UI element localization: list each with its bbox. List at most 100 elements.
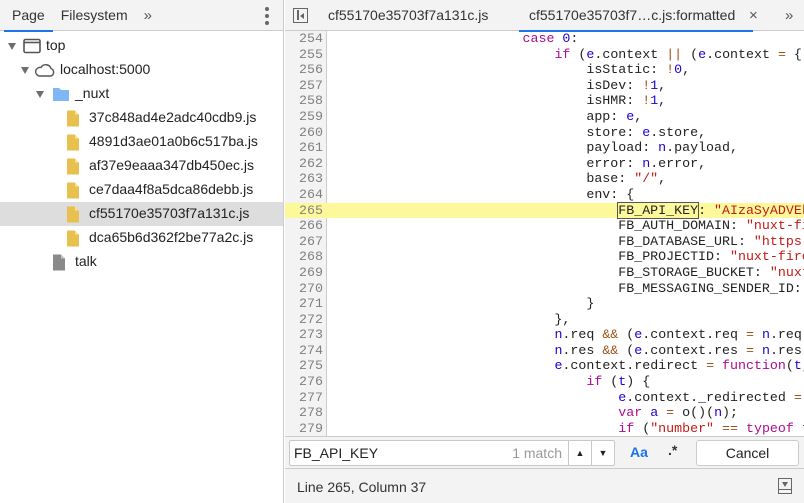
expand-arrow-icon[interactable]	[21, 67, 29, 74]
code-line: 254 case 0:	[285, 31, 804, 47]
code-text: env: {	[331, 187, 634, 203]
line-number[interactable]: 258	[285, 93, 323, 109]
code-token: (	[785, 358, 794, 374]
line-number[interactable]: 254	[285, 31, 323, 47]
code-text: base: "/",	[331, 171, 666, 187]
line-number[interactable]: 262	[285, 156, 323, 172]
code-token: app:	[331, 108, 627, 124]
tree-item-label: ce7daa4f8a5dca86debb.js	[89, 181, 254, 197]
kebab-menu-icon[interactable]	[265, 7, 269, 25]
line-number[interactable]: 268	[285, 249, 323, 265]
tab-source-file[interactable]: cf55170e35703f7a131c.js	[328, 0, 488, 31]
code-token: (	[682, 46, 699, 62]
code-token: },	[331, 311, 571, 327]
line-number[interactable]: 255	[285, 47, 323, 63]
expand-arrow-icon[interactable]	[36, 91, 44, 98]
tree-item[interactable]: localhost:5000	[0, 58, 283, 82]
tab-filesystem[interactable]: Filesystem	[53, 0, 136, 31]
line-number[interactable]: 276	[285, 374, 323, 390]
code-line: 259 app: e,	[285, 109, 804, 125]
regex-button[interactable]: .*	[668, 442, 677, 458]
toggle-navigator-icon[interactable]	[293, 8, 308, 23]
previous-match-button[interactable]: ▲	[568, 441, 591, 465]
search-match: FB_API_KEY	[617, 201, 700, 219]
code-line: 272 },	[285, 312, 804, 328]
search-bar: FB_API_KEY 1 match ▲ ▼ Aa .* Cancel	[285, 436, 804, 468]
tab-page[interactable]: Page	[4, 0, 53, 32]
line-number[interactable]: 273	[285, 327, 323, 343]
line-number[interactable]: 264	[285, 187, 323, 203]
tree-item-label: 37c848ad4e2adc40cdb9.js	[89, 109, 257, 125]
tree-item[interactable]: ce7daa4f8a5dca86debb.js	[0, 178, 283, 202]
line-number[interactable]: 265	[285, 203, 323, 219]
line-number[interactable]: 259	[285, 109, 323, 125]
code-text: }	[331, 296, 594, 312]
line-number[interactable]: 269	[285, 265, 323, 281]
code-token: "nuxt-fire	[729, 249, 804, 265]
match-count: 1 match	[512, 445, 562, 461]
code-token: ) {	[626, 374, 651, 390]
search-input[interactable]: FB_API_KEY 1 match ▲ ▼	[289, 440, 615, 466]
code-line: 262 error: n.error,	[285, 156, 804, 172]
line-number[interactable]: 257	[285, 78, 323, 94]
line-number[interactable]: 272	[285, 312, 323, 328]
line-number[interactable]: 263	[285, 171, 323, 187]
line-number[interactable]: 266	[285, 218, 323, 234]
show-drawer-icon[interactable]	[778, 478, 792, 494]
code-token: "nuxt	[769, 264, 804, 280]
tree-item[interactable]: 4891d3ae01a0b6c517ba.js	[0, 130, 283, 154]
code-token: .context.res	[642, 342, 746, 358]
line-number[interactable]: 260	[285, 125, 323, 141]
more-tabs-button[interactable]: »	[785, 0, 793, 31]
code-text: FB_PROJECTID: "nuxt-fire	[331, 249, 804, 265]
tree-item[interactable]: cf55170e35703f7a131c.js	[0, 202, 283, 226]
code-token: "number"	[650, 420, 715, 436]
search-query: FB_API_KEY	[294, 445, 379, 461]
line-number[interactable]: 270	[285, 281, 323, 297]
line-number[interactable]: 271	[285, 296, 323, 312]
code-token: }	[331, 296, 595, 312]
expand-arrow-icon[interactable]	[8, 43, 16, 50]
tree-item[interactable]: talk	[0, 250, 283, 274]
more-tabs-button[interactable]: »	[136, 0, 160, 31]
tree-item[interactable]: top	[0, 34, 283, 58]
line-number[interactable]: 267	[285, 234, 323, 250]
code-line: 270 FB_MESSAGING_SENDER_ID:	[285, 281, 804, 297]
tab-formatted-file[interactable]: cf55170e35703f7…c.js:formatted	[518, 0, 754, 32]
tree-item[interactable]: _nuxt	[0, 82, 283, 106]
code-text: },	[331, 312, 570, 328]
code-text: if (t) {	[331, 374, 650, 390]
code-line: 271 }	[285, 296, 804, 312]
tree-item-label: localhost:5000	[60, 61, 151, 77]
match-case-button[interactable]: Aa	[630, 444, 648, 460]
code-line: 277 e.context._redirected =	[285, 390, 804, 406]
next-match-button[interactable]: ▼	[591, 441, 614, 465]
line-number[interactable]: 256	[285, 62, 323, 78]
tree-item[interactable]: 37c848ad4e2adc40cdb9.js	[0, 106, 283, 130]
cloud-icon	[34, 62, 56, 81]
code-text: FB_API_KEY: "AIzaSyADVEk	[331, 201, 804, 219]
close-tab-icon[interactable]: ×	[749, 0, 758, 31]
line-number[interactable]: 279	[285, 421, 323, 436]
line-number[interactable]: 261	[285, 140, 323, 156]
line-number[interactable]: 274	[285, 343, 323, 359]
line-number[interactable]: 278	[285, 405, 323, 421]
editor-panel: cf55170e35703f7a131c.js cf55170e35703f7……	[285, 0, 804, 503]
code-text: app: e,	[331, 109, 642, 125]
code-token: FB_PROJECTID:	[331, 249, 730, 265]
tree-item[interactable]: dca65b6d362f2be77a2c.js	[0, 226, 283, 250]
code-editor[interactable]: 254 case 0: 255 if (e.context || (e.conte…	[285, 31, 804, 436]
code-line: 256 isStatic: !0,	[285, 62, 804, 78]
line-number[interactable]: 277	[285, 390, 323, 406]
code-token: !	[666, 62, 675, 78]
line-number[interactable]: 275	[285, 358, 323, 374]
cancel-button[interactable]: Cancel	[696, 440, 799, 466]
tree-item[interactable]: af37e9eaaa347db450ec.js	[0, 154, 283, 178]
navigator-tabbar: Page Filesystem »	[0, 0, 283, 32]
